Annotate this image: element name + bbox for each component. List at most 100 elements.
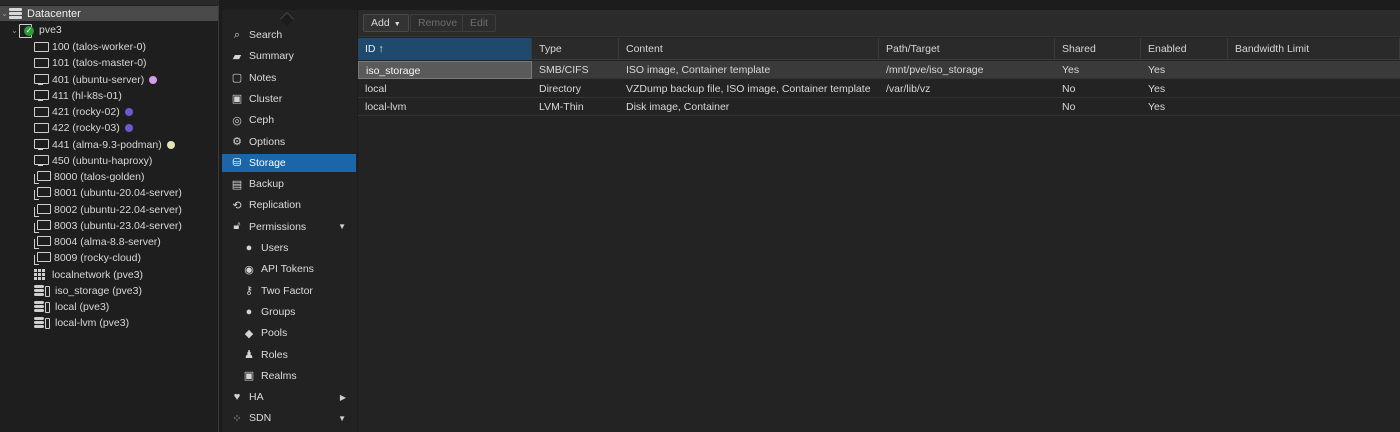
menu-item-roles[interactable]: ♟ Roles — [222, 346, 356, 364]
tree-item-label: 411 (hl-k8s-01) — [52, 89, 122, 102]
tree-item[interactable]: 8003 (ubuntu-23.04-server) — [0, 218, 218, 234]
tree-item-label: 101 (talos-master-0) — [52, 57, 147, 70]
column-header[interactable]: Type — [532, 38, 619, 60]
menu-item-sdn[interactable]: ⁘ SDN ▼ — [222, 409, 356, 427]
monitor-icon — [34, 122, 49, 134]
menu-item-summary[interactable]: ▰ Summary — [222, 47, 356, 65]
table-cell: Yes — [1062, 64, 1080, 76]
tree-item[interactable]: 422 (rocky-03) — [0, 120, 218, 136]
add-button[interactable]: Add ▼ — [363, 14, 409, 32]
tree-item-label: iso_storage (pve3) — [55, 284, 142, 297]
table-cell: ISO image, Container template — [626, 64, 771, 76]
network-grid-icon — [34, 269, 47, 280]
template-icon — [34, 187, 51, 201]
tree-item[interactable]: 421 (rocky-02) — [0, 104, 218, 120]
caret-down-icon[interactable]: ▼ — [338, 414, 346, 423]
tree-item-label: 8001 (ubuntu-20.04-server) — [54, 187, 182, 200]
caret-down-icon[interactable]: ▼ — [338, 222, 346, 231]
tree-item[interactable]: local (pve3) — [0, 299, 218, 315]
tree-item[interactable]: 8000 (talos-golden) — [0, 169, 218, 185]
menu-item-label: Permissions — [249, 220, 307, 233]
monitor-icon — [34, 41, 49, 53]
tree-item[interactable]: 8002 (ubuntu-22.04-server) — [0, 202, 218, 218]
template-icon — [34, 252, 51, 266]
grid-header: ID ↑ Type Content Path/Target Shared Enabled B… — [358, 38, 1400, 60]
menu-item-realms[interactable]: ▣ Realms — [222, 367, 356, 385]
tree-item[interactable]: 441 (alma-9.3-podman) — [0, 137, 218, 153]
add-button-label: Add — [371, 17, 390, 29]
tree-item[interactable]: iso_storage (pve3) — [0, 283, 218, 299]
tree-item[interactable]: localnetwork (pve3) — [0, 267, 218, 283]
tree-item[interactable]: 401 (ubuntu-server) — [0, 72, 218, 88]
menu-item-replication[interactable]: ⟲ Replication — [222, 196, 356, 214]
menu-item-ha[interactable]: ♥ HA ▶ — [222, 388, 356, 406]
table-row[interactable]: local Directory VZDump backup file, ISO im… — [358, 80, 1400, 98]
table-row[interactable]: iso_storage SMB/CIFS ISO image, Container … — [358, 61, 1400, 79]
remove-button[interactable]: Remove — [410, 14, 466, 32]
tree-item[interactable]: 8001 (ubuntu-20.04-server) — [0, 185, 218, 201]
tree-item[interactable]: local-lvm (pve3) — [0, 315, 218, 331]
menu-item-pools[interactable]: ◆ Pools — [222, 324, 356, 342]
unlock-icon: 🔓︎ — [233, 220, 241, 233]
menu-item-groups[interactable]: ● Groups — [222, 303, 356, 321]
menu-item-label: Pools — [261, 327, 288, 340]
menu-item-label: Summary — [249, 50, 294, 63]
tree-item-label: 441 (alma-9.3-podman) — [52, 138, 162, 151]
menu-item-search[interactable]: ⌕ Search — [222, 26, 356, 44]
column-header[interactable]: Content — [619, 38, 879, 60]
menu-item-label: SDN — [249, 412, 272, 425]
table-cell: SMB/CIFS — [539, 64, 589, 76]
tree-item[interactable]: 100 (talos-worker-0) — [0, 39, 218, 55]
tree-item[interactable]: 411 (hl-k8s-01) — [0, 88, 218, 104]
column-header[interactable]: ID ↑ — [358, 38, 532, 60]
tree-item[interactable]: 8009 (rocky-cloud) — [0, 250, 218, 266]
caret-right-icon[interactable]: ▶ — [340, 393, 346, 402]
menu-item-storage[interactable]: ⛁ Storage — [222, 153, 356, 172]
tree-item-datacenter[interactable]: ⌄ Datacenter — [0, 6, 218, 21]
menu-item-label: Groups — [261, 305, 296, 318]
edit-button[interactable]: Edit — [462, 14, 497, 32]
column-header[interactable]: Enabled — [1141, 38, 1228, 60]
toolbar: Add ▼ Remove Edit — [358, 10, 1400, 37]
tree-item-node[interactable]: ⌄ pve3 — [0, 22, 218, 38]
tree-item-label: 421 (rocky-02) — [52, 106, 120, 118]
database-icon: ⛁ — [232, 157, 242, 170]
monitor-icon — [34, 155, 49, 166]
menu-item-two-factor[interactable]: ⚷ Two Factor — [222, 282, 356, 300]
column-header[interactable]: Shared — [1055, 38, 1141, 60]
user-tag-icon: ◉ — [244, 263, 254, 276]
table-cell: iso_storage — [358, 61, 532, 79]
menu-item-notes[interactable]: ▢ Notes — [222, 69, 356, 87]
menu-item-label: Notes — [249, 71, 277, 84]
column-header[interactable]: Path/Target — [879, 38, 1055, 60]
collapse-arrow-icon[interactable]: ⌄ — [0, 9, 9, 18]
tag-dot — [124, 124, 133, 133]
tree-item[interactable]: 8004 (alma-8.8-server) — [0, 234, 218, 250]
ceph-icon: ◎ — [232, 114, 242, 127]
tree-item[interactable]: 450 (ubuntu-haproxy) — [0, 153, 218, 169]
menu-item-options[interactable]: ⚙ Options — [222, 133, 356, 151]
backup-icon: ▤ — [231, 178, 243, 191]
tag-dot — [124, 108, 133, 116]
monitor-icon — [34, 139, 49, 150]
storage-icon — [34, 317, 50, 330]
gear-icon: ⚙ — [232, 136, 242, 148]
chevron-down-icon: ▼ — [393, 21, 401, 28]
menu-item-backup[interactable]: ▤ Backup — [222, 175, 356, 193]
table-cell: local-lvm — [365, 101, 407, 113]
tree-item[interactable]: 101 (talos-master-0) — [0, 55, 218, 71]
collapse-arrow-icon[interactable]: ⌄ — [10, 26, 19, 35]
menu-item-users[interactable]: ● Users — [222, 239, 356, 257]
menu-item-cluster[interactable]: ▣ Cluster — [222, 90, 356, 108]
menu-item-permissions[interactable]: 🔓︎ Permissions ▼ — [222, 218, 356, 236]
tag-dot — [166, 140, 175, 149]
tree-item-label: 8009 (rocky-cloud) — [54, 252, 141, 265]
table-row[interactable]: local-lvm LVM-Thin Disk image, Container No… — [358, 98, 1400, 116]
menu-item-label: API Tokens — [261, 263, 314, 276]
tree-item-label: localnetwork (pve3) — [52, 268, 144, 281]
menu-item-api-tokens[interactable]: ◉ API Tokens — [222, 260, 356, 278]
menu-item-label: Cluster — [249, 92, 283, 105]
column-header[interactable]: Bandwidth Limit — [1228, 38, 1400, 60]
menu-item-ceph[interactable]: ◎ Ceph — [222, 111, 356, 129]
table-cell: /var/lib/vz — [886, 82, 931, 95]
